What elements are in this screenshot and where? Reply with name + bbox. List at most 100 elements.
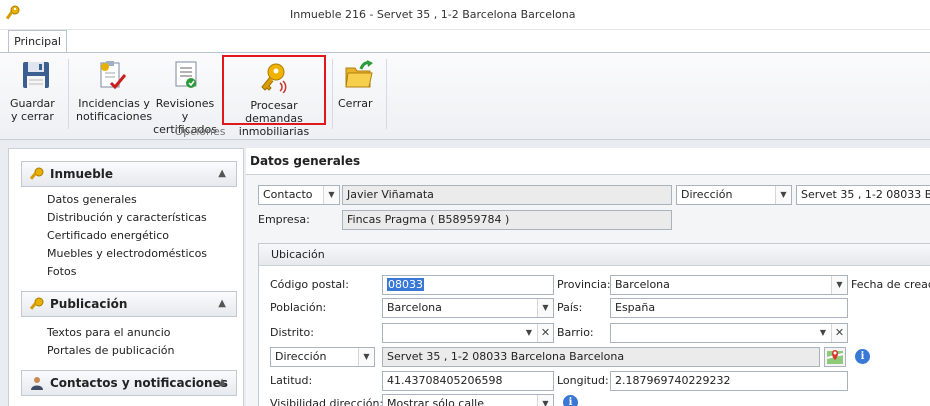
tab-principal[interactable]: Principal [8, 30, 67, 54]
chevron-down-icon[interactable]: ▼ [775, 186, 791, 204]
pais-value: España [615, 301, 656, 314]
section-inmueble-header[interactable]: Inmueble ▲ [21, 161, 237, 187]
section-inmueble-title: Inmueble [50, 167, 114, 181]
pais-label: País: [557, 301, 583, 314]
chevron-down-icon[interactable]: ▼ [358, 348, 374, 366]
clear-icon[interactable]: ✕ [831, 324, 847, 342]
folder-exit-icon [345, 60, 373, 88]
longitud-input[interactable]: 2.187969740229232 [610, 371, 848, 391]
clipboard-check-icon [100, 61, 127, 90]
address-type-select[interactable]: Dirección ▼ [676, 185, 792, 205]
window-title: Inmueble 216 - Servet 35 , 1-2 Barcelona… [290, 8, 576, 21]
ribbon-separator [386, 59, 387, 129]
sidebar-item-fotos[interactable]: Fotos [47, 265, 76, 278]
chevron-down-icon[interactable]: ▼ [521, 324, 537, 342]
distrito-select[interactable]: ▼ ✕ [382, 323, 554, 343]
info-icon[interactable]: i [563, 395, 578, 406]
codigo-postal-input[interactable]: 08033 [382, 275, 554, 295]
ribbon-group-label: Opciones [174, 125, 226, 138]
page-title: Datos generales [250, 154, 361, 168]
save-and-close-button[interactable]: Guardar y cerrar [10, 55, 62, 123]
poblacion-select[interactable]: Barcelona ▼ [382, 298, 554, 318]
contact-name-value: Javier Viñamata [347, 188, 434, 201]
info-icon[interactable]: i [855, 349, 870, 364]
sidebar-item-distribucion[interactable]: Distribución y características [47, 211, 207, 224]
longitud-label: Longitud: [557, 374, 609, 387]
chevron-down-icon[interactable]: ▼ [815, 324, 831, 342]
map-button[interactable] [824, 347, 846, 367]
codigo-postal-label: Código postal: [270, 278, 349, 291]
direccion-field[interactable]: Servet 35 , 1-2 08033 Barcelona Barcelon… [382, 347, 820, 367]
visibilidad-label: Visibilidad dirección: [270, 397, 384, 406]
sidebar-item-textos[interactable]: Textos para el anuncio [47, 326, 171, 339]
address-type-value: Dirección [681, 188, 733, 201]
map-pin-icon [826, 350, 844, 364]
latitud-value: 41.43708405206598 [387, 374, 503, 387]
save-and-close-label: Guardar y cerrar [10, 97, 55, 123]
chevron-down-icon[interactable]: ▼ [537, 299, 553, 317]
direccion-type-value: Dirección [275, 350, 327, 363]
contact-type-select[interactable]: Contacto ▼ [258, 185, 340, 205]
barrio-select[interactable]: ▼ ✕ [610, 323, 848, 343]
close-button[interactable]: Cerrar [338, 55, 380, 110]
pais-field[interactable]: España [610, 298, 848, 318]
section-publicacion-title: Publicación [50, 297, 128, 311]
empresa-label: Empresa: [258, 213, 310, 226]
key-icon [30, 167, 44, 180]
section-contactos-header[interactable]: Contactos y notificaciones ▲ [21, 370, 237, 396]
chevron-up-icon: ▲ [218, 298, 226, 309]
contact-name-field[interactable]: Javier Viñamata [342, 185, 672, 205]
visibilidad-value: Mostrar sólo calle [387, 397, 484, 406]
ubicacion-header: Ubicación [259, 244, 930, 266]
sidebar-item-datos-generales[interactable]: Datos generales [47, 193, 137, 206]
incidents-label: Incidencias y notificaciones [76, 97, 153, 123]
codigo-postal-value: 08033 [387, 278, 424, 291]
floppy-disk-icon [23, 62, 49, 88]
fecha-creacion-label: Fecha de creación [851, 278, 930, 291]
incidents-button[interactable]: Incidencias y notificaciones [76, 55, 152, 123]
address-value: Servet 35 , 1-2 08033 Barcelona [801, 188, 930, 201]
visibilidad-select[interactable]: Mostrar sólo calle ▼ [382, 394, 554, 406]
key-signal-icon [261, 63, 287, 93]
longitud-value: 2.187969740229232 [615, 374, 731, 387]
content-panel: Datos generales Contacto ▼ Javier Viñama… [246, 148, 930, 406]
chevron-up-icon: ▲ [218, 168, 226, 179]
sidebar-item-portales[interactable]: Portales de publicación [47, 344, 175, 357]
direccion-value: Servet 35 , 1-2 08033 Barcelona Barcelon… [387, 350, 625, 363]
process-demands-button[interactable]: Procesar demandas inmobiliarias [222, 55, 326, 138]
poblacion-label: Población: [270, 301, 327, 314]
barrio-label: Barrio: [557, 326, 594, 339]
sidebar: Inmueble ▲ Datos generales Distribución … [8, 148, 244, 406]
sidebar-item-certificado[interactable]: Certificado energético [47, 229, 169, 242]
key-icon [30, 297, 44, 310]
provincia-select[interactable]: Barcelona ▼ [610, 275, 848, 295]
section-contactos-title: Contactos y notificaciones [50, 376, 228, 390]
empresa-field[interactable]: Fincas Pragma ( B58959784 ) [342, 210, 672, 230]
address-field[interactable]: Servet 35 , 1-2 08033 Barcelona [796, 185, 930, 205]
latitud-label: Latitud: [270, 374, 313, 387]
certificate-list-icon [175, 61, 197, 88]
person-icon [31, 377, 43, 390]
main-area: Inmueble ▲ Datos generales Distribución … [0, 140, 930, 406]
form-area: Contacto ▼ Javier Viñamata Dirección ▼ S… [246, 174, 930, 406]
chevron-down-icon[interactable]: ▼ [831, 276, 847, 294]
latitud-input[interactable]: 41.43708405206598 [382, 371, 554, 391]
distrito-label: Distrito: [270, 326, 314, 339]
poblacion-value: Barcelona [387, 301, 442, 314]
provincia-label: Provincia: [557, 278, 611, 291]
clear-icon[interactable]: ✕ [537, 324, 553, 342]
chevron-down-icon[interactable]: ▼ [537, 395, 553, 406]
provincia-value: Barcelona [615, 278, 670, 291]
ubicacion-group: Ubicación Código postal: 08033 Provincia… [258, 243, 930, 406]
ribbon-separator [68, 59, 69, 129]
title-bar: Inmueble 216 - Servet 35 , 1-2 Barcelona… [0, 0, 930, 30]
direccion-type-select[interactable]: Dirección ▼ [270, 347, 375, 367]
chevron-up-icon: ▲ [218, 377, 226, 388]
section-publicacion-header[interactable]: Publicación ▲ [21, 291, 237, 317]
reviews-button[interactable]: Revisiones y certificados [152, 55, 218, 136]
ribbon-separator [332, 59, 333, 129]
ribbon-tabstrip: Principal [0, 30, 930, 54]
close-label: Cerrar [338, 97, 373, 110]
sidebar-item-muebles[interactable]: Muebles y electrodomésticos [47, 247, 207, 260]
chevron-down-icon[interactable]: ▼ [323, 186, 339, 204]
